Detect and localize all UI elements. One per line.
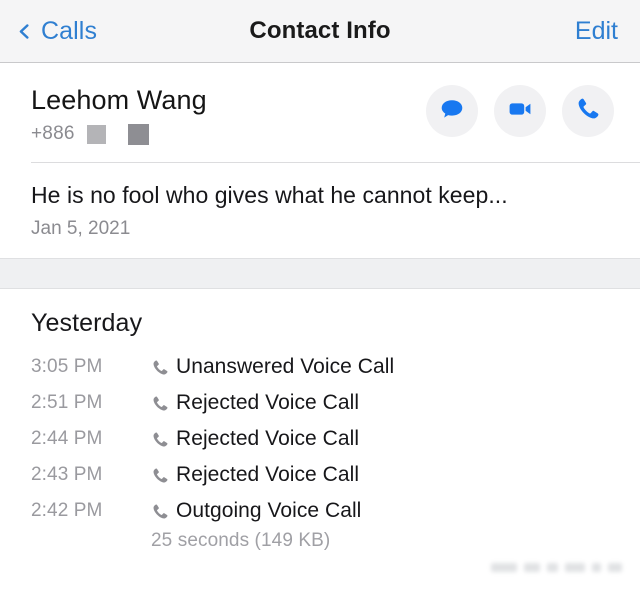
call-time: 2:43 PM [31,464,103,486]
call-duration: 25 seconds (149 KB) [151,530,331,552]
call-list: 3:05 PM Unanswered Voice Call 2:51 PM Re… [0,349,640,552]
contact-divider [31,162,640,164]
section-separator [0,258,640,290]
video-camera-icon [506,95,534,128]
call-list-item[interactable]: 3:05 PM Unanswered Voice Call [0,349,640,385]
watermark-mark [524,562,540,572]
phone-handset-icon [151,466,173,485]
call-label: Unanswered Voice Call [176,355,395,379]
call-list-item[interactable]: 2:43 PM Rejected Voice Call [0,457,640,493]
redaction-block [86,124,106,144]
phone-handset-icon [575,95,602,127]
call-list-item[interactable]: 2:51 PM Rejected Voice Call [0,385,640,421]
watermark [432,556,622,578]
watermark-mark [608,562,622,572]
call-time: 2:51 PM [31,392,103,414]
redaction-block [127,123,149,145]
calls-section: Yesterday 3:05 PM Unanswered Voice Call … [0,289,640,552]
phone-handset-icon [151,430,173,449]
contact-action-buttons [426,85,614,137]
edit-button[interactable]: Edit [575,17,618,46]
navigation-bar: Calls Contact Info Edit [0,0,640,63]
watermark-mark [592,562,601,572]
phone-handset-icon [151,394,173,413]
watermark-mark [547,562,558,572]
call-label: Rejected Voice Call [176,391,360,415]
call-label: Rejected Voice Call [176,427,360,451]
call-time: 3:05 PM [31,356,103,378]
call-list-item[interactable]: 2:42 PM Outgoing Voice Call [0,493,640,529]
call-list-item[interactable]: 2:44 PM Rejected Voice Call [0,421,640,457]
calls-section-heading: Yesterday [31,309,143,338]
watermark-mark [491,562,517,572]
status-block[interactable]: He is no fool who gives what he cannot k… [0,163,640,258]
page-title: Contact Info [249,17,391,44]
message-bubble-icon [438,95,466,128]
call-time: 2:44 PM [31,428,103,450]
call-label: Outgoing Voice Call [176,499,362,523]
call-time: 2:42 PM [31,500,103,522]
call-label: Rejected Voice Call [176,463,360,487]
phone-handset-icon [151,502,173,521]
status-text: He is no fool who gives what he cannot k… [31,182,508,209]
contact-phone-number: +886 [31,123,75,145]
voice-call-button[interactable] [562,85,614,137]
contact-header: Leehom Wang +886 [0,63,640,164]
video-call-button[interactable] [494,85,546,137]
phone-handset-icon [151,358,173,377]
watermark-mark [565,562,585,572]
status-date: Jan 5, 2021 [31,218,131,240]
message-button[interactable] [426,85,478,137]
